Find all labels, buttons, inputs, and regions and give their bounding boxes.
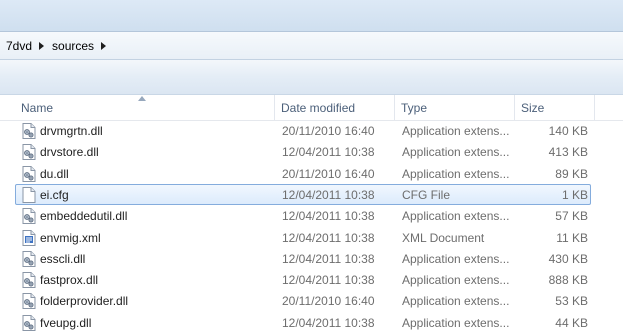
file-size: 1 KB	[561, 188, 588, 202]
file-date-modified: 20/11/2010 16:40	[282, 294, 375, 308]
dll-icon	[22, 208, 36, 224]
file-type: Application extens...	[402, 316, 510, 330]
file-row[interactable]: drvmgrtn.dll 20/11/2010 16:40 Application …	[15, 120, 591, 141]
column-header-type[interactable]: Type	[395, 95, 515, 120]
file-row[interactable]: du.dll 20/11/2010 16:40 Application extens…	[15, 163, 591, 184]
file-date-modified: 20/11/2010 16:40	[282, 124, 375, 138]
file-row[interactable]: fveupg.dll 12/04/2011 10:38 Application ex…	[15, 312, 591, 333]
file-date-modified: 12/04/2011 10:38	[282, 209, 375, 223]
file-type: CFG File	[402, 188, 450, 202]
file-date-modified: 12/04/2011 10:38	[282, 188, 375, 202]
breadcrumb-label: sources	[52, 38, 95, 53]
file-size: 57 KB	[555, 209, 588, 223]
column-header: Name Date modified Type Size	[0, 95, 623, 121]
file-row[interactable]: envmig.xml 12/04/2011 10:38 XML Document 11…	[15, 227, 591, 248]
file-row[interactable]: drvstore.dll 12/04/2011 10:38 Application …	[15, 141, 591, 162]
file-row[interactable]: ei.cfg 12/04/2011 10:38 CFG File 1 KB	[15, 184, 591, 205]
column-label: Date modified	[281, 101, 356, 115]
file-date-modified: 12/04/2011 10:38	[282, 231, 375, 245]
file-size: 53 KB	[555, 294, 588, 308]
dll-icon	[22, 315, 36, 331]
file-size: 888 KB	[548, 273, 588, 287]
file-name: envmig.xml	[40, 231, 101, 245]
file-name: drvstore.dll	[40, 145, 99, 159]
file-name: fveupg.dll	[40, 316, 92, 330]
sort-ascending-icon	[138, 96, 146, 101]
column-label: Name	[21, 101, 54, 115]
file-type: XML Document	[402, 231, 485, 245]
command-bar	[0, 60, 623, 95]
dll-icon	[22, 293, 36, 309]
file-date-modified: 20/11/2010 16:40	[282, 167, 375, 181]
file-date-modified: 12/04/2011 10:38	[282, 316, 375, 330]
title-bar	[0, 0, 623, 32]
breadcrumb-sources[interactable]: sources	[46, 32, 108, 59]
column-header-date[interactable]: Date modified	[275, 95, 395, 120]
column-label: Size	[521, 101, 545, 115]
chevron-right-icon[interactable]	[98, 32, 108, 59]
file-size: 11 KB	[556, 231, 588, 245]
column-label: Type	[401, 101, 428, 115]
file-size: 413 KB	[548, 145, 588, 159]
file-row[interactable]: fastprox.dll 12/04/2011 10:38 Application …	[15, 269, 591, 290]
file-row[interactable]: folderprovider.dll 20/11/2010 16:40 Applic…	[15, 290, 591, 311]
file-name: fastprox.dll	[40, 273, 99, 287]
file-type: Application extens...	[402, 167, 510, 181]
dll-icon	[22, 166, 36, 182]
address-bar[interactable]: 7dvd sources	[0, 32, 623, 60]
file-date-modified: 12/04/2011 10:38	[282, 273, 375, 287]
breadcrumb-label: 7dvd	[6, 38, 33, 53]
column-header-size[interactable]: Size	[515, 95, 595, 120]
file-type: Application extens...	[402, 273, 510, 287]
dll-icon	[22, 123, 36, 139]
file-size: 430 KB	[548, 252, 588, 266]
file-row[interactable]: embeddedutil.dll 12/04/2011 10:38 Applicat…	[15, 205, 591, 226]
file-name: esscli.dll	[40, 252, 86, 266]
chevron-right-icon[interactable]	[36, 32, 46, 59]
file-size: 44 KB	[555, 316, 588, 330]
file-type: Application extens...	[402, 209, 510, 223]
dll-icon	[22, 144, 36, 160]
file-name: du.dll	[40, 167, 69, 181]
file-name: folderprovider.dll	[40, 294, 129, 308]
file-date-modified: 12/04/2011 10:38	[282, 145, 375, 159]
file-name: ei.cfg	[40, 188, 69, 202]
file-size: 89 KB	[555, 167, 588, 181]
dll-icon	[22, 251, 36, 267]
file-type: Application extens...	[402, 294, 510, 308]
file-name: embeddedutil.dll	[40, 209, 128, 223]
file-row[interactable]: esscli.dll 12/04/2011 10:38 Application ex…	[15, 248, 591, 269]
file-type: Application extens...	[402, 252, 510, 266]
file-size: 140 KB	[548, 124, 588, 138]
file-type: Application extens...	[402, 145, 510, 159]
file-date-modified: 12/04/2011 10:38	[282, 252, 375, 266]
file-name: drvmgrtn.dll	[40, 124, 103, 138]
file-type: Application extens...	[402, 124, 510, 138]
xml-icon	[22, 230, 36, 246]
blank-file-icon	[22, 187, 36, 203]
breadcrumb-7dvd[interactable]: 7dvd	[0, 32, 46, 59]
dll-icon	[22, 272, 36, 288]
